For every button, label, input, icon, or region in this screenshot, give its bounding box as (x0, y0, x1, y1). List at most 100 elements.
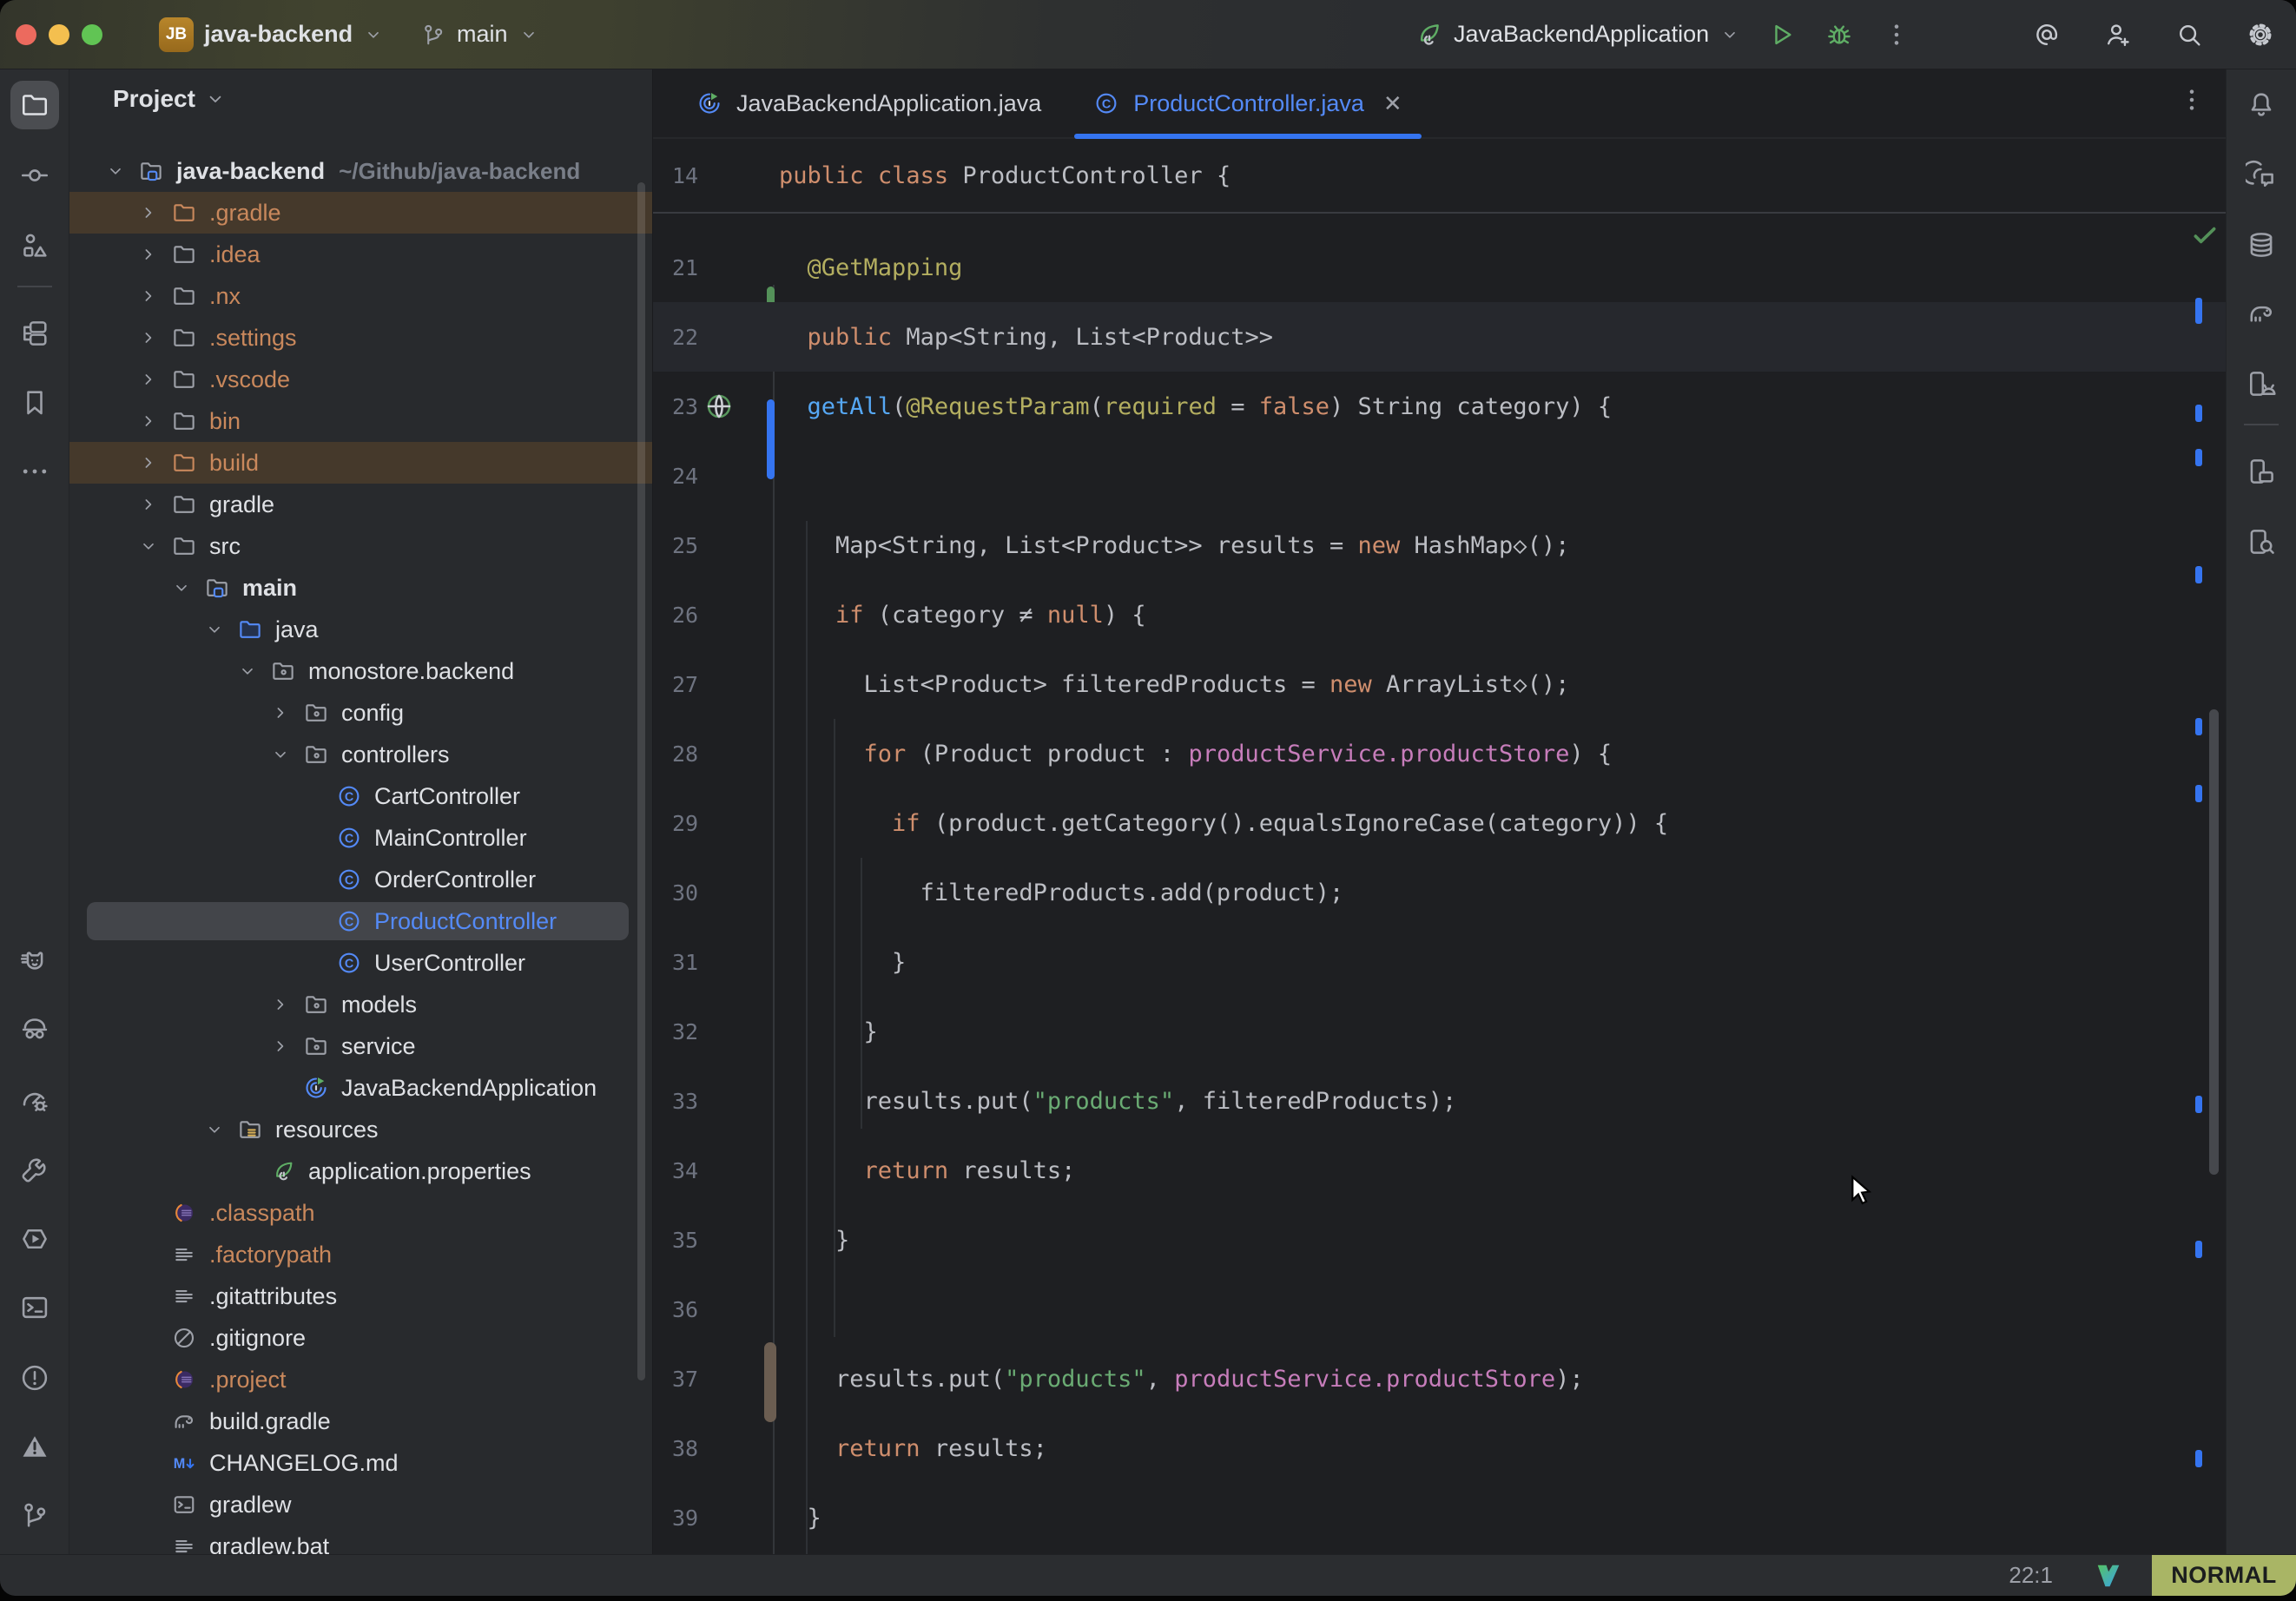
chevron-collapsed-icon[interactable] (138, 494, 159, 515)
tree-item--project[interactable]: .project (69, 1359, 653, 1400)
chevron-expanded-icon[interactable] (204, 1119, 225, 1140)
toolbar-item-build[interactable] (10, 1145, 59, 1194)
tree-item-cartcontroller[interactable]: CCartController (69, 775, 653, 817)
stripe-change-mark[interactable] (2195, 785, 2202, 802)
toolbar-item-bookmarks[interactable] (10, 379, 59, 427)
code-line-34[interactable]: 34 return results; (653, 1136, 2226, 1205)
tree-item-javabackendapplication[interactable]: JavaBackendApplication (69, 1067, 653, 1109)
chevron-collapsed-icon[interactable] (138, 286, 159, 306)
code-line-14[interactable]: 14public class ProductController { (653, 141, 2226, 210)
code-line-24[interactable]: 24 (653, 441, 2226, 511)
code-line-21[interactable]: 21 @GetMapping (653, 233, 2226, 302)
tree-item-resources[interactable]: resources (69, 1109, 653, 1150)
tree-item--nx[interactable]: .nx (69, 275, 653, 317)
tree-item--gitattributes[interactable]: .gitattributes (69, 1275, 653, 1317)
chevron-collapsed-icon[interactable] (138, 244, 159, 265)
code-line-32[interactable]: 32 } (653, 997, 2226, 1066)
close-tab-icon[interactable]: ✕ (1383, 90, 1402, 117)
stripe-change-mark[interactable] (2195, 566, 2202, 583)
chevron-collapsed-icon[interactable] (138, 452, 159, 473)
toolbar-item-notifications[interactable] (2237, 81, 2286, 129)
code-line-36[interactable]: 36 (653, 1275, 2226, 1344)
chevron-collapsed-icon[interactable] (138, 411, 159, 432)
tree-item-changelog-md[interactable]: MCHANGELOG.md (69, 1442, 653, 1484)
tree-item-src[interactable]: src (69, 525, 653, 567)
settings-button[interactable] (2246, 20, 2275, 49)
invite-user-button[interactable] (2103, 20, 2133, 49)
code-line-35[interactable]: 35 } (653, 1205, 2226, 1275)
chevron-expanded-icon[interactable] (138, 536, 159, 557)
code-line-37[interactable]: 37 results.put("products", productServic… (653, 1344, 2226, 1413)
run-configuration-widget[interactable]: JavaBackendApplication (1414, 20, 1740, 49)
tree-item-gradle[interactable]: gradle (69, 484, 653, 525)
chevron-expanded-icon[interactable] (171, 577, 192, 598)
toolbar-item-github-copilot[interactable] (10, 1005, 59, 1053)
tree-item--gradle[interactable]: .gradle (69, 192, 653, 234)
code-line-33[interactable]: 33 results.put("products", filteredProdu… (653, 1066, 2226, 1136)
code-line-39[interactable]: 39 } (653, 1483, 2226, 1552)
code-line-25[interactable]: 25 Map<String, List<Product>> results = … (653, 511, 2226, 580)
toolbar-item-profiler[interactable] (10, 1077, 59, 1125)
tree-item--vscode[interactable]: .vscode (69, 359, 653, 400)
chevron-expanded-icon[interactable] (237, 661, 258, 682)
ideavim-icon[interactable] (2093, 1560, 2124, 1591)
tree-item-build[interactable]: build (69, 442, 653, 484)
toolbar-item-project[interactable] (10, 81, 59, 129)
tree-item-build-gradle[interactable]: build.gradle (69, 1400, 653, 1442)
chevron-collapsed-icon[interactable] (138, 369, 159, 390)
code-line-30[interactable]: 30 filteredProducts.add(product); (653, 858, 2226, 927)
stripe-change-mark[interactable] (2195, 298, 2202, 324)
chevron-expanded-icon[interactable] (270, 744, 291, 765)
toolbar-item-ai-cat[interactable] (10, 938, 59, 986)
tree-item-ordercontroller[interactable]: COrderController (69, 859, 653, 900)
toolbar-item-problems[interactable] (10, 1354, 59, 1402)
tree-item--settings[interactable]: .settings (69, 317, 653, 359)
toolbar-item-more-tool-windows[interactable] (10, 447, 59, 496)
chevron-collapsed-icon[interactable] (270, 994, 291, 1015)
toolbar-item-services[interactable] (10, 309, 59, 358)
code-viewport[interactable]: 21 @GetMapping22 public Map<String, List… (653, 139, 2226, 1554)
tree-item-application-properties[interactable]: application.properties (69, 1150, 653, 1192)
chevron-collapsed-icon[interactable] (138, 202, 159, 223)
tree-item-main[interactable]: main (69, 567, 653, 609)
tree-item-gradlew-bat[interactable]: gradlew.bat (69, 1525, 653, 1554)
zoom-window-button[interactable] (82, 24, 102, 45)
tree-item--classpath[interactable]: .classpath (69, 1192, 653, 1234)
editor-tab-javabackendapplication-java[interactable]: JavaBackendApplication.java (670, 69, 1067, 137)
caret-position[interactable]: 22:1 (2009, 1562, 2053, 1589)
chevron-collapsed-icon[interactable] (270, 1036, 291, 1057)
stripe-change-mark[interactable] (2195, 1096, 2202, 1113)
more-actions-button[interactable] (1882, 20, 1911, 49)
tree-item--gitignore[interactable]: .gitignore (69, 1317, 653, 1359)
code-line-38[interactable]: 38 return results; (653, 1413, 2226, 1483)
tree-item-config[interactable]: config (69, 692, 653, 734)
tree-item-java[interactable]: java (69, 609, 653, 650)
code-line-27[interactable]: 27 List<Product> filteredProducts = new … (653, 649, 2226, 719)
stripe-change-mark[interactable] (2195, 718, 2202, 735)
toolbar-item-terminal[interactable] (10, 1283, 59, 1332)
tree-item-usercontroller[interactable]: CUserController (69, 942, 653, 984)
tree-item-controllers[interactable]: controllers (69, 734, 653, 775)
code-line-26[interactable]: 26 if (category ≠ null) { (653, 580, 2226, 649)
tree-item-monostore-backend[interactable]: monostore.backend (69, 650, 653, 692)
tree-item-maincontroller[interactable]: CMainController (69, 817, 653, 859)
stripe-change-mark[interactable] (2195, 405, 2202, 422)
stripe-change-mark[interactable] (2195, 1450, 2202, 1467)
minimize-window-button[interactable] (49, 24, 69, 45)
tree-item-java-backend[interactable]: java-backend~/Github/java-backend (69, 150, 653, 192)
toolbar-item-version-control[interactable] (10, 1491, 59, 1539)
rest-endpoint-icon[interactable] (703, 391, 735, 422)
toolbar-item-database[interactable] (2237, 221, 2286, 269)
tree-item-productcontroller[interactable]: CProductController (69, 900, 653, 942)
project-tree-scrollbar[interactable] (637, 182, 645, 1380)
toolbar-item-commit[interactable] (10, 151, 59, 200)
ai-assistant-button[interactable] (2032, 20, 2062, 49)
chevron-expanded-icon[interactable] (105, 161, 126, 181)
code-line-23[interactable]: 23 getAll(@RequestParam(required = false… (653, 372, 2226, 441)
project-widget[interactable]: JB java-backend (159, 17, 384, 52)
debug-button[interactable] (1824, 20, 1854, 49)
search-everywhere-button[interactable] (2174, 20, 2204, 49)
code-line-29[interactable]: 29 if (product.getCategory().equalsIgnor… (653, 788, 2226, 858)
toolbar-item-structure[interactable] (10, 221, 59, 270)
toolbar-item-gradle[interactable] (2237, 289, 2286, 338)
